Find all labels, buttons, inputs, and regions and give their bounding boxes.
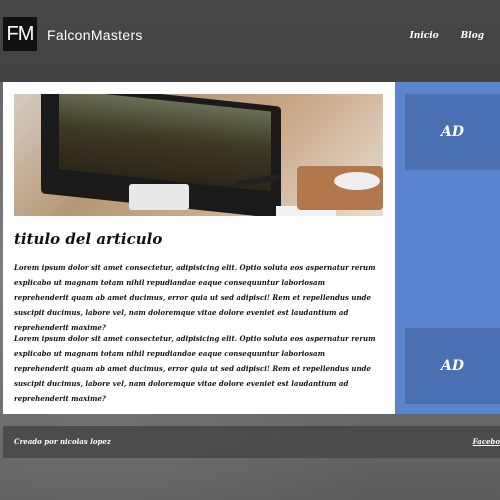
ad-slot-2[interactable]: AD	[405, 328, 500, 404]
brand-name[interactable]: FalconMasters	[47, 27, 143, 43]
hero-mouse-graphic	[334, 172, 380, 190]
nav-link-blog[interactable]: Blog	[461, 31, 484, 41]
hero-monitor-stand-graphic	[129, 184, 189, 210]
article: titulo del articulo Lorem ipsum dolor si…	[3, 82, 395, 414]
nav-link-inicio[interactable]: Inicio	[410, 31, 439, 41]
footer-credit: Creado por nicolas lopez	[14, 437, 111, 446]
article-paragraph: Lorem ipsum dolor sit amet consectetur, …	[14, 334, 376, 403]
site-header: FM FalconMasters Inicio Blog	[0, 0, 500, 82]
article-title: titulo del articulo	[14, 230, 163, 248]
main-nav: Inicio Blog	[410, 31, 484, 41]
ad-slot-1[interactable]: AD	[405, 94, 500, 170]
sidebar: AD AD	[395, 82, 500, 414]
article-hero-image	[14, 94, 383, 216]
article-paragraph: Lorem ipsum dolor sit amet consectetur, …	[14, 263, 376, 332]
footer-facebook-link[interactable]: Facebo	[473, 437, 500, 446]
site-footer: Creado por nicolas lopez Facebo	[3, 426, 500, 458]
logo[interactable]: FM	[3, 17, 37, 51]
